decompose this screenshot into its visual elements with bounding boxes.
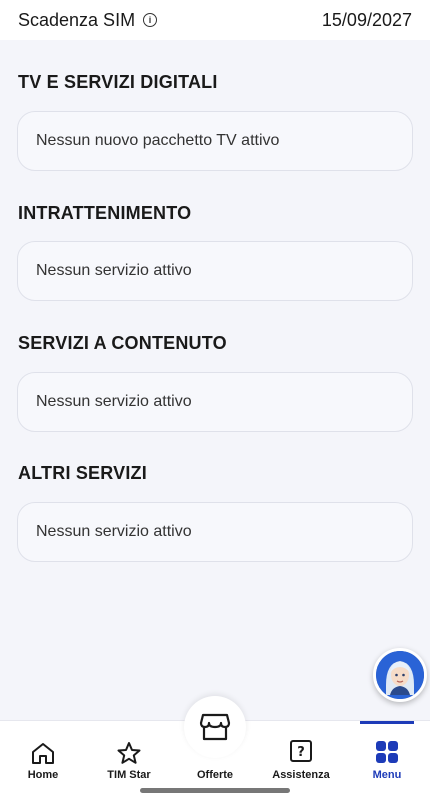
home-icon bbox=[32, 743, 54, 764]
nav-offers[interactable]: Offerte bbox=[172, 721, 258, 781]
home-indicator bbox=[140, 788, 290, 793]
card-entertainment[interactable]: Nessun servizio attivo bbox=[17, 241, 413, 301]
nav-menu-label: Menu bbox=[372, 769, 402, 781]
section-title-other-services: ALTRI SERVIZI bbox=[18, 463, 147, 483]
nav-tim-star-label: TIM Star bbox=[107, 769, 151, 781]
svg-text:?: ? bbox=[297, 745, 305, 760]
assistant-avatar-icon[interactable] bbox=[373, 648, 427, 702]
section-title-tv: TV E SERVIZI DIGITALI bbox=[18, 72, 218, 92]
section-title-content-services: SERVIZI A CONTENUTO bbox=[18, 333, 227, 353]
nav-home[interactable]: Home bbox=[0, 721, 86, 781]
help-icon: ? bbox=[290, 740, 312, 762]
nav-tim-star[interactable]: TIM Star bbox=[86, 721, 172, 781]
star-icon bbox=[117, 742, 141, 764]
nav-assistance[interactable]: ? Assistenza bbox=[258, 721, 344, 781]
nav-menu[interactable]: Menu bbox=[344, 721, 430, 781]
sim-expiry-bar: Scadenza SIM i 15/09/2027 bbox=[0, 0, 430, 40]
grid-icon bbox=[376, 741, 398, 763]
sim-expiry-label: Scadenza SIM bbox=[18, 9, 136, 30]
section-title-entertainment: INTRATTENIMENTO bbox=[18, 203, 192, 223]
sim-expiry-date: 15/09/2027 bbox=[321, 9, 412, 30]
info-icon[interactable]: i bbox=[143, 13, 158, 27]
sim-expiry-left: Scadenza SIM i bbox=[18, 9, 158, 31]
card-tv-services[interactable]: Nessun nuovo pacchetto TV attivo bbox=[17, 111, 413, 171]
nav-assistance-label: Assistenza bbox=[272, 769, 330, 781]
card-other-services[interactable]: Nessun servizio attivo bbox=[17, 502, 413, 562]
card-content-services[interactable]: Nessun servizio attivo bbox=[17, 372, 413, 432]
nav-home-label: Home bbox=[27, 769, 59, 781]
nav-offers-label: Offerte bbox=[196, 769, 234, 781]
